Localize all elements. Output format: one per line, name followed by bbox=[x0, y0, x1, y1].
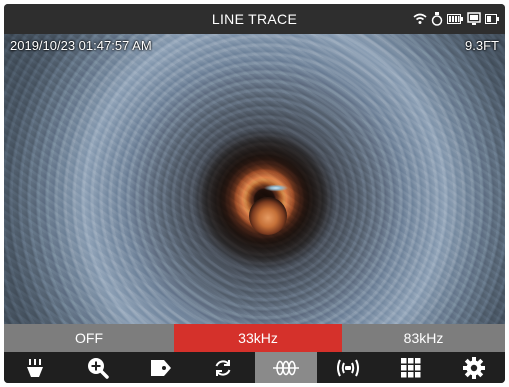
line-trace-icon bbox=[272, 360, 300, 376]
grid-icon bbox=[401, 357, 421, 378]
tag-icon bbox=[150, 359, 172, 377]
camera-view: 2019/10/23 01:47:57 AM 9.3FT bbox=[4, 34, 505, 324]
rotate-button[interactable] bbox=[192, 352, 255, 383]
tag-button[interactable] bbox=[129, 352, 192, 383]
monitor-icon bbox=[467, 12, 481, 26]
battery-small-icon bbox=[485, 14, 499, 24]
frequency-off-button[interactable]: OFF bbox=[4, 324, 174, 352]
light-icon bbox=[25, 358, 45, 378]
grid-button[interactable] bbox=[380, 352, 443, 383]
pipe-reflection bbox=[262, 184, 290, 192]
sonde-transmit-button[interactable] bbox=[317, 352, 380, 383]
pipe-texture bbox=[4, 34, 505, 324]
page-title: LINE TRACE bbox=[211, 11, 298, 27]
settings-icon bbox=[462, 356, 485, 379]
sonde-icon bbox=[431, 12, 443, 26]
frequency-33khz-button[interactable]: 33kHz bbox=[174, 324, 342, 352]
rotate-icon bbox=[213, 358, 233, 378]
bottom-toolbar bbox=[4, 352, 505, 383]
line-trace-button[interactable] bbox=[254, 352, 318, 383]
light-button[interactable] bbox=[4, 352, 67, 383]
timestamp: 2019/10/23 01:47:57 AM bbox=[10, 38, 152, 53]
camera-inspection-screen: LINE TRACE 2019/10/23 01:47:57 AM 9.3FT … bbox=[4, 4, 505, 383]
zoom-in-button[interactable] bbox=[67, 352, 130, 383]
settings-button[interactable] bbox=[442, 352, 505, 383]
zoom-in-icon bbox=[87, 357, 109, 379]
frequency-83khz-button[interactable]: 83kHz bbox=[342, 324, 505, 352]
battery-icon bbox=[447, 14, 463, 24]
sonde-transmit-icon bbox=[335, 358, 361, 378]
status-icons bbox=[413, 10, 499, 28]
distance-readout: 9.3FT bbox=[465, 38, 499, 53]
pipe-bore bbox=[249, 197, 287, 235]
wifi-icon bbox=[413, 13, 427, 25]
frequency-selector: OFF 33kHz 83kHz bbox=[4, 324, 505, 352]
title-bar: LINE TRACE bbox=[4, 4, 505, 34]
